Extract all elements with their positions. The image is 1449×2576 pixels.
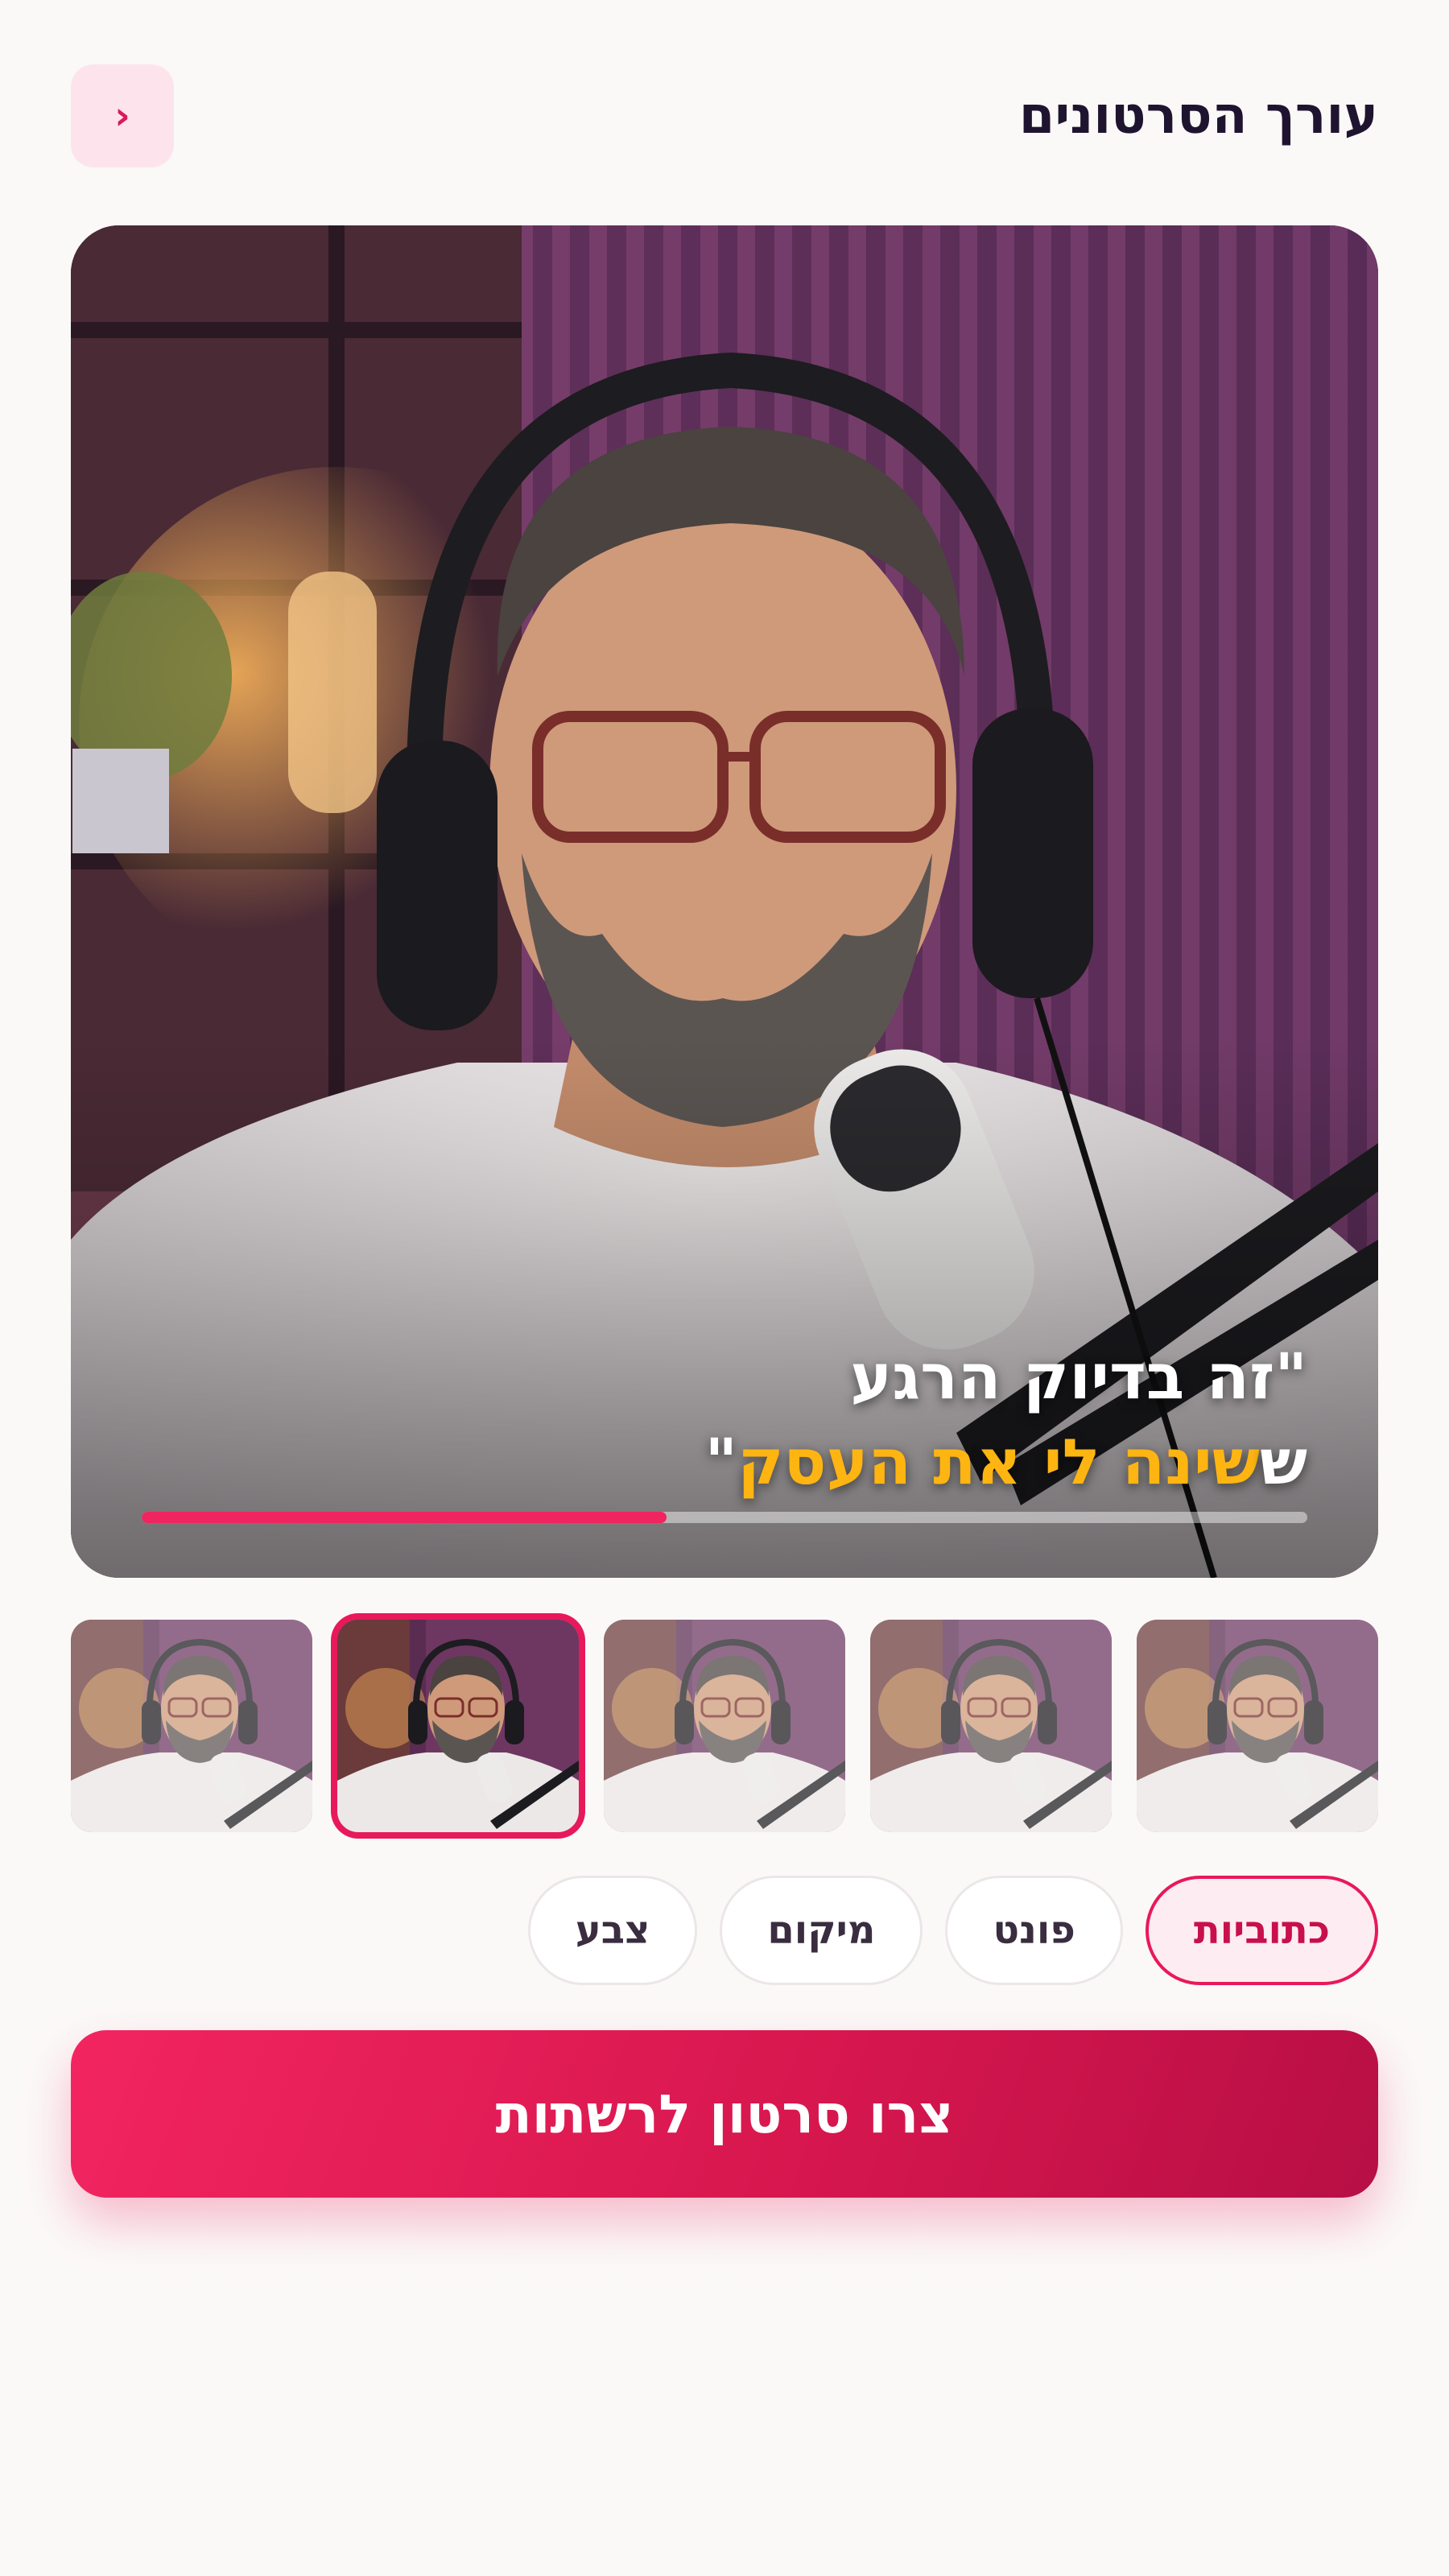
- caption-closing-quote: ": [704, 1426, 738, 1499]
- caption-line-1: "זה בדיוק הרגע: [850, 1341, 1307, 1414]
- tab-subtitles[interactable]: כתוביות: [1145, 1876, 1378, 1985]
- tab-position[interactable]: מיקום: [720, 1876, 923, 1985]
- tab-font[interactable]: פונט: [945, 1876, 1123, 1985]
- subtitle-caption: "זה בדיוק הרגע ששינה לי את העסק": [704, 1335, 1307, 1505]
- playback-progress-bar[interactable]: [142, 1512, 1307, 1523]
- playback-progress-fill: [142, 1512, 667, 1523]
- tab-color[interactable]: צבע: [527, 1876, 698, 1985]
- header: עורך הסרטונים ‹: [71, 64, 1378, 167]
- chevron-icon: ‹: [114, 93, 130, 138]
- thumbnail-strip: [71, 1620, 1378, 1832]
- caption-highlighted-words: שינה לי את העסק: [737, 1426, 1260, 1499]
- caption-line-2: ששינה לי את העסק": [704, 1421, 1307, 1505]
- video-preview[interactable]: "זה בדיוק הרגע ששינה לי את העסק": [71, 225, 1378, 1578]
- create-video-button[interactable]: צרו סרטון לרשתות: [71, 2030, 1378, 2198]
- thumbnail-frame[interactable]: [870, 1620, 1112, 1832]
- thumbnail-frame[interactable]: [604, 1620, 845, 1832]
- caption-word-prefix: ש: [1259, 1426, 1307, 1499]
- back-button[interactable]: ‹: [71, 64, 174, 167]
- thumbnail-frame[interactable]: [337, 1620, 579, 1832]
- thumbnail-frame[interactable]: [71, 1620, 312, 1832]
- editor-tabs: כתוביות פונט מיקום צבע: [527, 1876, 1378, 1985]
- thumbnail-frame[interactable]: [1137, 1620, 1378, 1832]
- page-title: עורך הסרטונים: [1018, 86, 1378, 146]
